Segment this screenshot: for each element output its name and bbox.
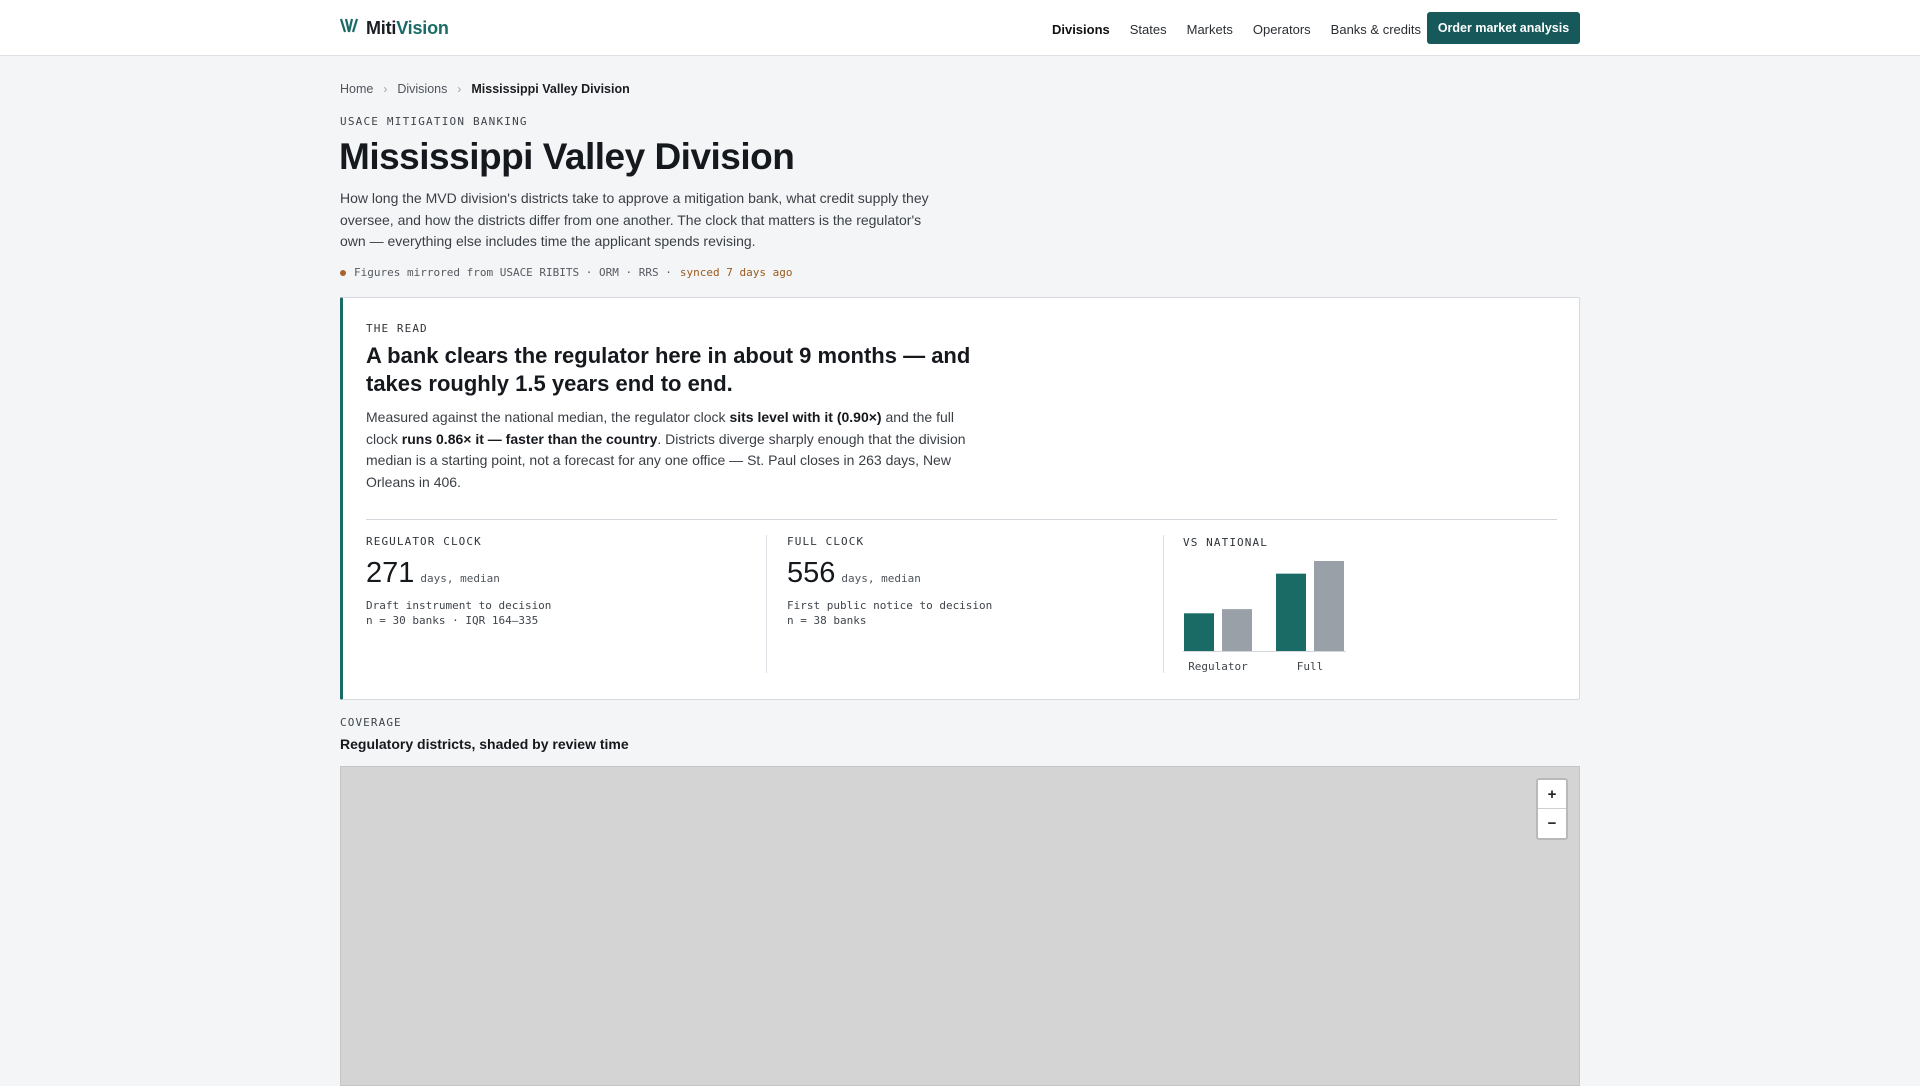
nav-states[interactable]: States — [1130, 22, 1167, 37]
the-read-card: THE READ A bank clears the regulator her… — [340, 297, 1580, 700]
card-kicker: THE READ — [366, 322, 428, 335]
bar-full-national — [1314, 561, 1344, 651]
stat-divider — [766, 535, 767, 673]
map-zoom-control: + − — [1536, 778, 1568, 840]
breadcrumb-home[interactable]: Home — [340, 82, 373, 96]
stat-value: 556 — [787, 557, 836, 589]
sync-status: Figures mirrored from USACE RIBITS · ORM… — [340, 266, 792, 279]
coverage-eyebrow: COVERAGE — [340, 716, 402, 729]
stat-label: FULL CLOCK — [787, 535, 865, 548]
sync-age: synced 7 days ago — [679, 266, 793, 279]
chevron-right-icon: › — [457, 82, 462, 96]
zoom-in-button[interactable]: + — [1538, 780, 1566, 809]
nav-banks-credits[interactable]: Banks & credits — [1331, 22, 1421, 37]
nav-markets[interactable]: Markets — [1187, 22, 1233, 37]
full-clock-stat: FULL CLOCK 556 days, median First public… — [787, 535, 992, 675]
order-market-analysis-button[interactable]: Order market analysis — [1427, 12, 1580, 44]
breadcrumb: Home › Divisions › Mississippi Valley Di… — [340, 82, 630, 96]
bar-regulator-national — [1222, 609, 1252, 651]
tick-label-full: Full — [1297, 660, 1324, 673]
card-headline: A bank clears the regulator here in abou… — [366, 343, 971, 396]
page-eyebrow: USACE MITIGATION BANKING — [340, 115, 528, 128]
tick-label-regulator: Regulator — [1188, 660, 1248, 673]
stat-unit: days, median — [841, 572, 921, 585]
page-title: Mississippi Valley Division — [339, 136, 795, 177]
regulator-clock-stat: REGULATOR CLOCK 271 days, median Draft i… — [366, 535, 551, 675]
stat-value: 271 — [366, 557, 415, 589]
breadcrumb-current: Mississippi Valley Division — [471, 82, 630, 96]
district-map[interactable] — [340, 766, 1580, 1086]
stat-divider — [1163, 535, 1164, 673]
brand-mark-icon — [339, 18, 359, 39]
stat-note: Draft instrument to decision n = 30 bank… — [366, 599, 552, 627]
zoom-out-button[interactable]: − — [1538, 809, 1566, 838]
brand-name-part2: Vision — [396, 17, 449, 38]
vs-national-chart: Regulator Full — [1183, 556, 1363, 681]
brand-name-part1: Miti — [366, 17, 397, 38]
stat-note: First public notice to decision n = 38 b… — [787, 599, 993, 627]
top-navigation-bar: MitiVision Divisions States Markets Oper… — [0, 0, 1920, 56]
status-dot-icon — [340, 269, 346, 276]
nav-operators[interactable]: Operators — [1253, 22, 1311, 37]
brand-logo[interactable]: MitiVision — [339, 16, 449, 40]
sync-source: Figures mirrored from USACE RIBITS · ORM… — [354, 266, 672, 279]
breadcrumb-divisions[interactable]: Divisions — [397, 82, 447, 96]
vs-national-svg: Regulator Full — [1183, 561, 1346, 673]
nav-divisions[interactable]: Divisions — [1052, 22, 1110, 37]
main-nav: Divisions States Markets Operators Banks… — [1052, 17, 1444, 41]
stat-unit: days, median — [420, 572, 500, 585]
chevron-right-icon: › — [383, 82, 388, 96]
coverage-title: Regulatory districts, shaded by review t… — [340, 736, 629, 752]
bar-regulator-division — [1184, 613, 1214, 651]
card-body: Measured against the national median, th… — [366, 409, 966, 490]
regulator-comparison: sits level with it (0.90×) — [729, 409, 882, 425]
vs-national-label: VS NATIONAL — [1183, 536, 1268, 549]
stat-label: REGULATOR CLOCK — [366, 535, 482, 548]
bar-full-division — [1276, 573, 1306, 651]
full-comparison: runs 0.86× it — faster than the country — [401, 430, 658, 447]
card-divider — [366, 519, 1557, 520]
page-lede: How long the MVD division's districts ta… — [340, 190, 929, 249]
